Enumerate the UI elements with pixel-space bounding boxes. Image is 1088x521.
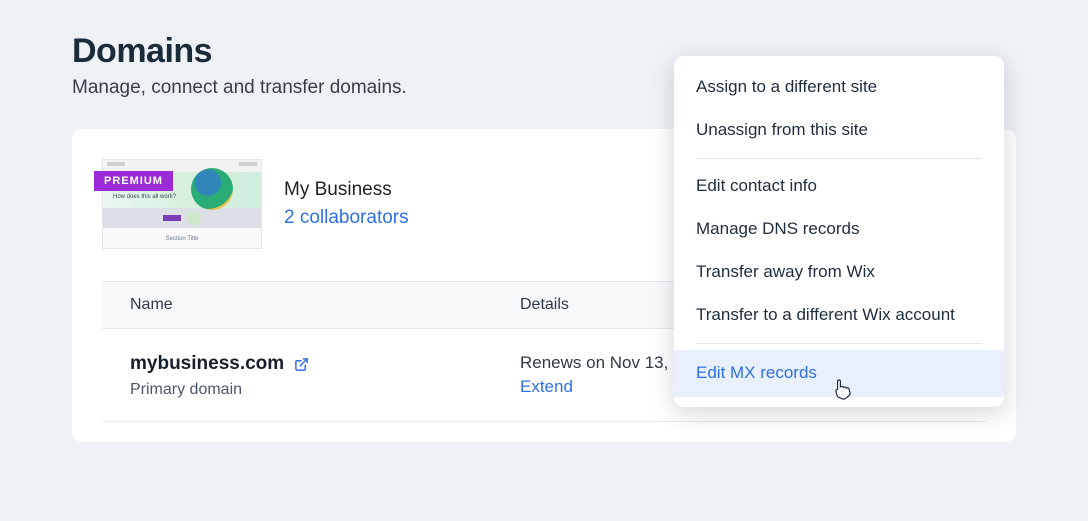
domain-name[interactable]: mybusiness.com — [130, 353, 309, 375]
collaborators-link[interactable]: 2 collaborators — [284, 207, 409, 229]
site-thumbnail[interactable]: How does this all work? Section Title PR… — [102, 159, 262, 249]
menu-transfer-away[interactable]: Transfer away from Wix — [674, 251, 1004, 294]
menu-transfer-account[interactable]: Transfer to a different Wix account — [674, 294, 1004, 337]
site-name: My Business — [284, 179, 409, 201]
menu-assign-site[interactable]: Assign to a different site — [674, 66, 1004, 109]
menu-separator — [696, 158, 982, 159]
premium-badge: PREMIUM — [94, 171, 173, 191]
thumb-hero-text: How does this all work? — [113, 194, 176, 200]
external-link-icon[interactable] — [294, 357, 309, 372]
col-header-name: Name — [130, 296, 520, 314]
domain-subtitle: Primary domain — [130, 381, 520, 399]
domain-name-text: mybusiness.com — [130, 353, 284, 375]
menu-edit-contact[interactable]: Edit contact info — [674, 165, 1004, 208]
menu-unassign-site[interactable]: Unassign from this site — [674, 109, 1004, 152]
domain-actions-menu: Assign to a different site Unassign from… — [674, 56, 1004, 407]
menu-manage-dns[interactable]: Manage DNS records — [674, 208, 1004, 251]
thumb-section-title: Section Title — [103, 236, 261, 242]
menu-edit-mx[interactable]: Edit MX records — [674, 350, 1004, 397]
menu-separator — [696, 343, 982, 344]
